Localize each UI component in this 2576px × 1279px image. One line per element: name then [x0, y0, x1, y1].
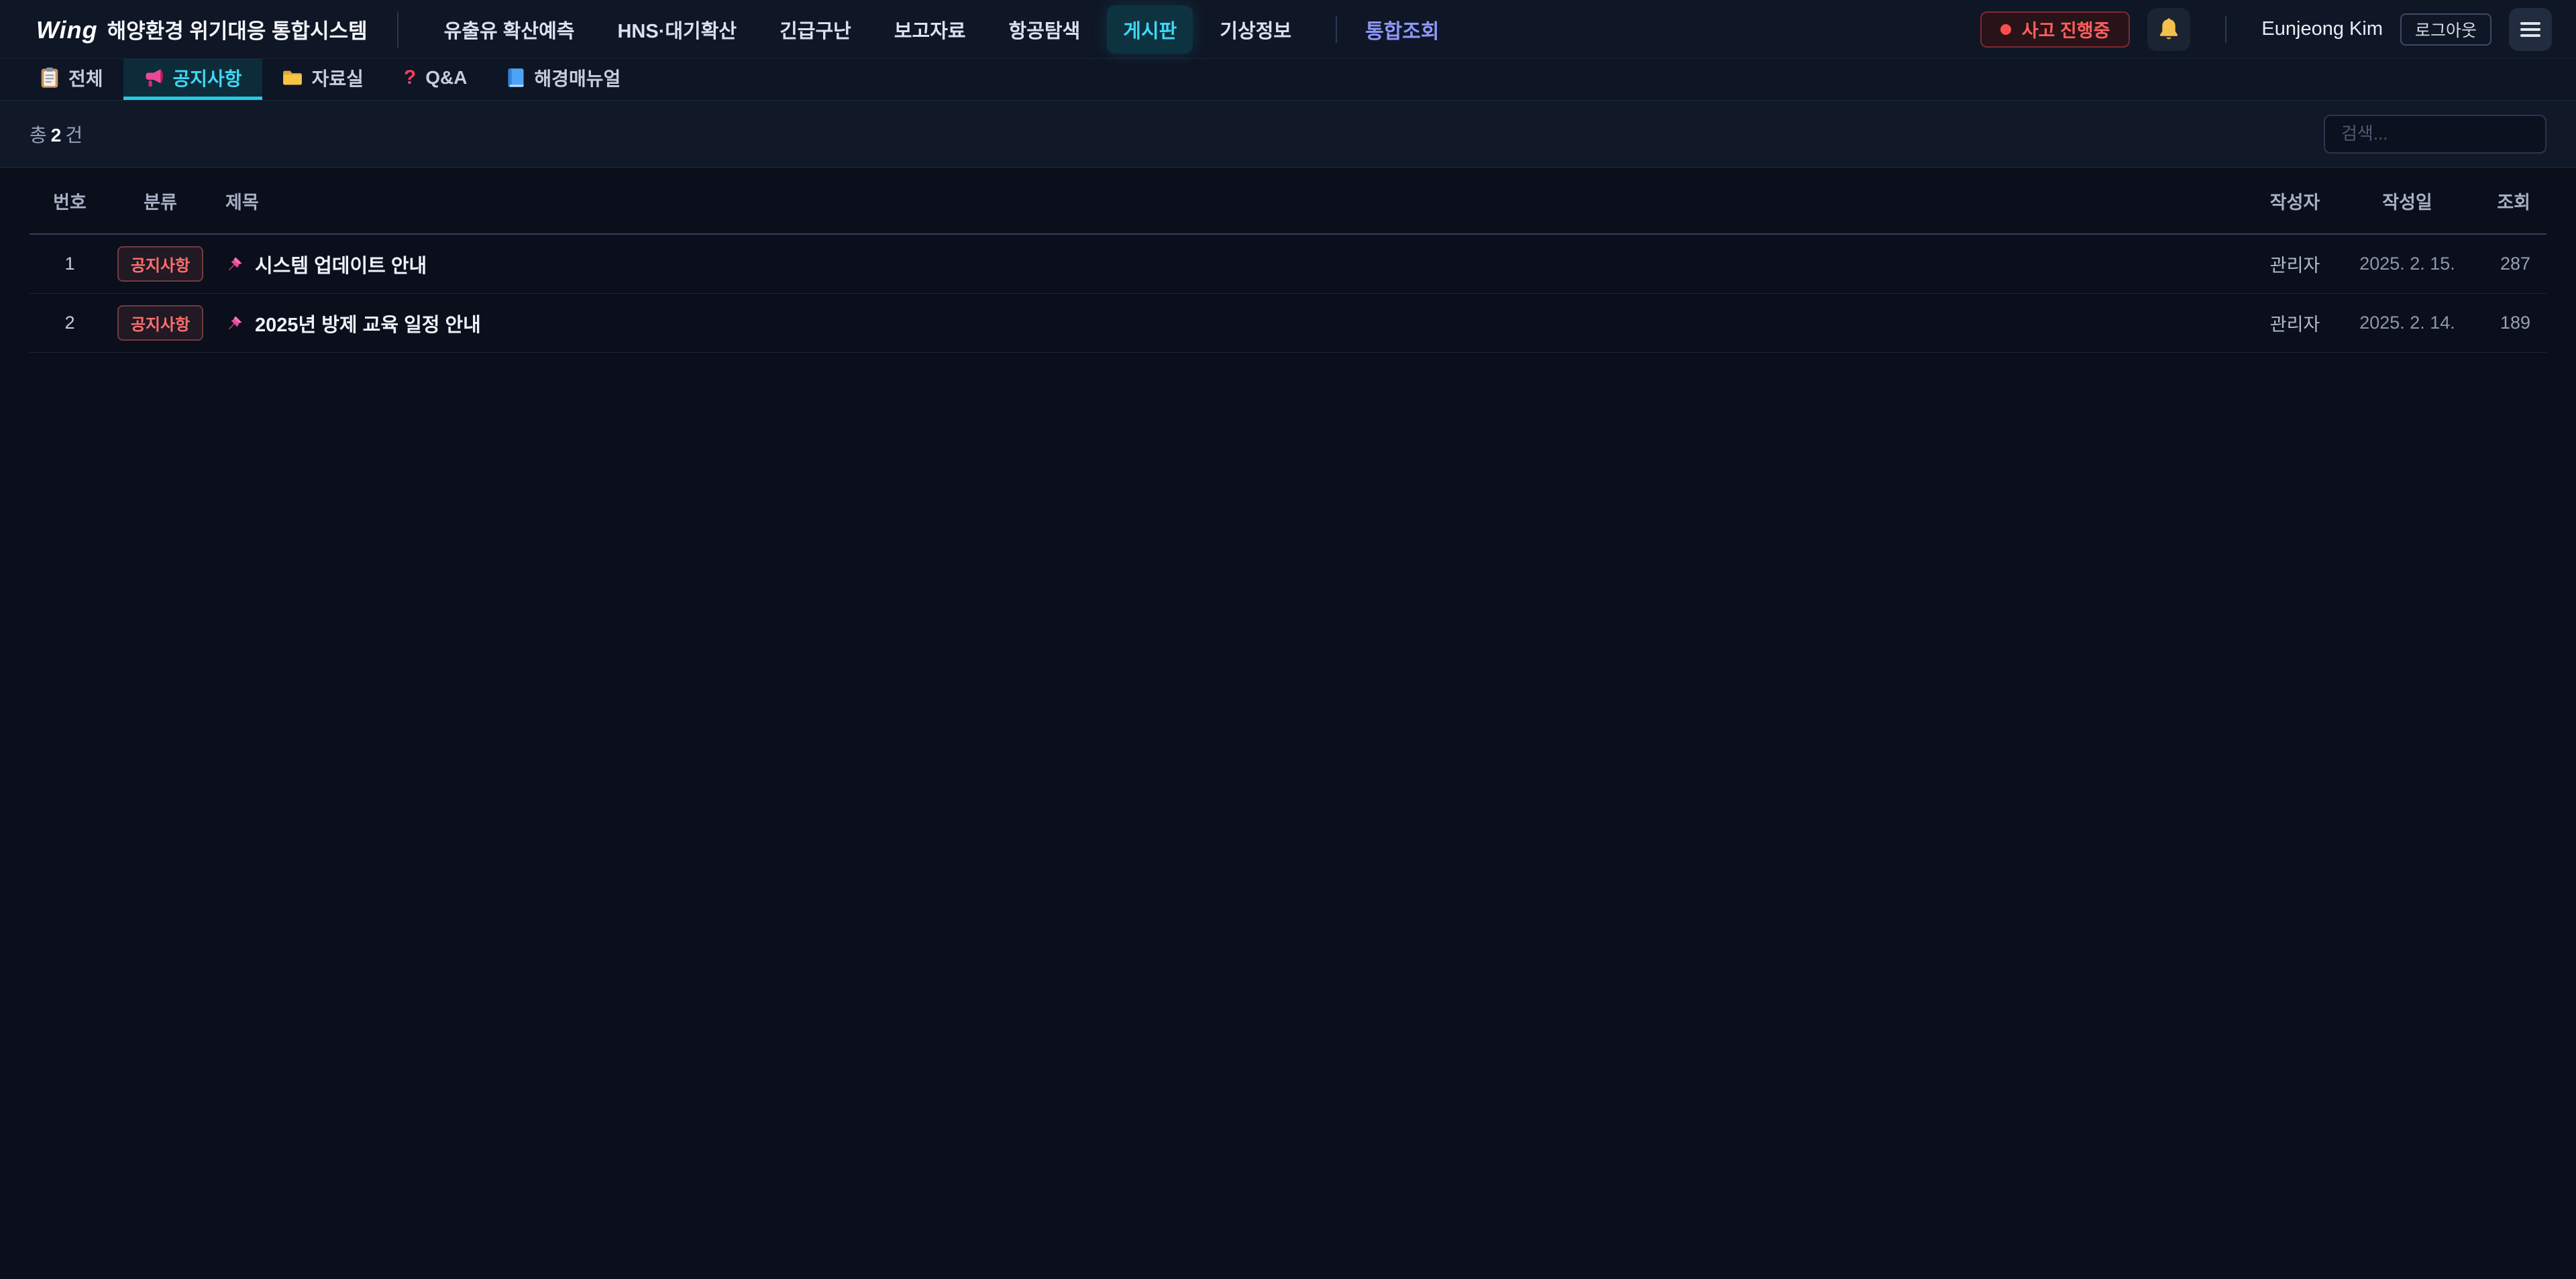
row-author: 관리자	[2245, 251, 2345, 277]
tab-qna-label: Q&A	[425, 67, 467, 89]
board-header-row: 번호 분류 제목 작성자 작성일 조회	[30, 168, 2546, 235]
nav-item-board[interactable]: 게시판	[1107, 5, 1193, 54]
row-category: 공지사항	[110, 246, 211, 282]
nav-item-weather[interactable]: 기상정보	[1203, 5, 1307, 54]
nav-item-integrated-search[interactable]: 통합조회	[1365, 15, 1439, 44]
question-icon: ?	[404, 66, 416, 89]
board-tabbar: 전체 공지사항 자료실 ? Q&A 해경매뉴얼	[0, 59, 2576, 101]
header-date: 작성일	[2345, 188, 2469, 214]
incident-badge-label: 사고 진행중	[2022, 16, 2110, 42]
clipboard-icon	[40, 67, 59, 89]
total-count: 2	[51, 125, 62, 146]
header-title: 제목	[211, 188, 2245, 214]
tab-manual-label: 해경매뉴얼	[534, 64, 621, 91]
row-category: 공지사항	[110, 305, 211, 341]
book-icon	[507, 68, 525, 88]
tab-archive[interactable]: 자료실	[262, 59, 384, 100]
row-date: 2025. 2. 14.	[2345, 313, 2469, 333]
row-views: 189	[2469, 313, 2546, 333]
row-author: 관리자	[2245, 310, 2345, 336]
row-title: 2025년 방제 교육 일정 안내	[255, 309, 481, 337]
row-title: 시스템 업데이트 안내	[255, 250, 427, 278]
board-toolbar: 총2건	[0, 101, 2576, 168]
nav-item-rescue[interactable]: 긴급구난	[763, 5, 867, 54]
user-divider	[2225, 16, 2226, 43]
table-row[interactable]: 1 공지사항 시스템 업데이트 안내 관리자 2025. 2. 15. 287	[30, 235, 2546, 294]
header-category: 분류	[110, 188, 211, 214]
nav-item-reports[interactable]: 보고자료	[878, 5, 982, 54]
tab-all-label: 전체	[68, 64, 103, 91]
brand-logo: Wing	[36, 16, 98, 44]
nav-item-hns[interactable]: HNS·대기확산	[601, 5, 753, 54]
tab-all[interactable]: 전체	[20, 59, 123, 100]
brand-title: 해양환경 위기대응 통합시스템	[107, 14, 368, 44]
category-badge: 공지사항	[117, 305, 203, 341]
total-count-line: 총2건	[30, 121, 83, 148]
header-author: 작성자	[2245, 188, 2345, 214]
tab-notices-label: 공지사항	[173, 64, 242, 91]
top-bar: Wing 해양환경 위기대응 통합시스템 유출유 확산예측 HNS·대기확산 긴…	[0, 0, 2576, 59]
row-date: 2025. 2. 15.	[2345, 254, 2469, 274]
brand: Wing 해양환경 위기대응 통합시스템	[36, 14, 368, 44]
tab-notices[interactable]: 공지사항	[123, 59, 262, 100]
header-no: 번호	[30, 188, 110, 214]
tab-archive-label: 자료실	[312, 64, 364, 91]
menu-button[interactable]	[2509, 8, 2552, 51]
pin-icon	[225, 314, 244, 333]
tab-manual[interactable]: 해경매뉴얼	[487, 59, 641, 100]
megaphone-icon	[144, 68, 164, 88]
row-title-cell[interactable]: 시스템 업데이트 안내	[211, 250, 2245, 278]
brand-nav-divider	[397, 11, 398, 48]
user-name: Eunjeong Kim	[2261, 18, 2383, 40]
main-nav: 유출유 확산예측 HNS·대기확산 긴급구난 보고자료 항공탐색 게시판 기상정…	[428, 5, 1440, 54]
pin-icon	[225, 255, 244, 274]
search-input[interactable]	[2324, 115, 2546, 154]
logout-button[interactable]: 로그아웃	[2400, 13, 2491, 46]
row-views: 287	[2469, 254, 2546, 274]
category-badge: 공지사항	[117, 246, 203, 282]
incident-status-badge[interactable]: 사고 진행중	[1980, 11, 2131, 48]
topbar-right: 사고 진행중 Eunjeong Kim 로그아웃	[1980, 8, 2552, 51]
row-title-cell[interactable]: 2025년 방제 교육 일정 안내	[211, 309, 2245, 337]
total-suffix: 건	[65, 125, 83, 146]
row-no: 2	[30, 313, 110, 333]
table-row[interactable]: 2 공지사항 2025년 방제 교육 일정 안내 관리자 2025. 2. 14…	[30, 294, 2546, 353]
folder-icon	[282, 69, 303, 87]
notification-button[interactable]	[2147, 8, 2190, 51]
notice-board: 번호 분류 제목 작성자 작성일 조회 1 공지사항 시스템 업데이트 안내 관…	[0, 168, 2576, 353]
header-views: 조회	[2469, 188, 2546, 214]
nav-secondary-divider	[1336, 16, 1337, 43]
nav-item-aerial-search[interactable]: 항공탐색	[993, 5, 1097, 54]
row-no: 1	[30, 254, 110, 274]
incident-dot-icon	[2000, 24, 2011, 35]
total-prefix: 총	[30, 125, 47, 146]
bell-icon	[2157, 17, 2180, 42]
tab-qna[interactable]: ? Q&A	[384, 59, 488, 100]
hamburger-icon	[2520, 19, 2540, 40]
nav-item-oil-spill[interactable]: 유출유 확산예측	[428, 5, 591, 54]
